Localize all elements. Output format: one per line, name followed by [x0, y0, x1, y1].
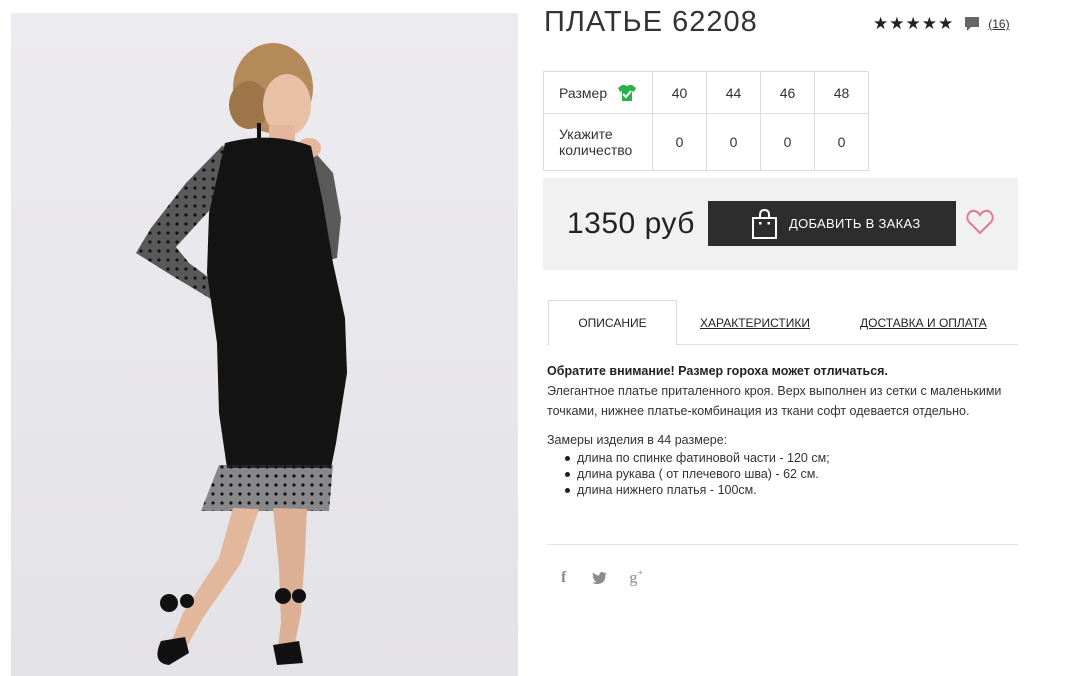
quantity-label-cell: Укажите количество [543, 113, 653, 171]
add-to-order-button[interactable]: ДОБАВИТЬ В ЗАКАЗ [708, 201, 956, 246]
list-item: длина по спинке фатиновой части - 120 см… [565, 450, 1022, 466]
shopping-bag-icon [752, 208, 777, 239]
quantity-label-line1: Укажите [559, 126, 613, 142]
product-title: ПЛАТЬЕ 62208 [544, 6, 758, 38]
star-icon: ★ [921, 14, 937, 33]
quantity-label-line2: количество [559, 142, 633, 158]
size-table: Размер 40 44 46 48 Укажите количество 0 … [543, 71, 869, 171]
size-option[interactable]: 48 [814, 71, 869, 114]
social-share: f g+ [558, 568, 643, 587]
size-label: Размер [559, 84, 608, 101]
size-row: Размер 40 44 46 48 [543, 71, 869, 114]
rating-stars: ★ ★ ★ ★ ★ [873, 14, 953, 34]
star-icon: ★ [873, 14, 889, 33]
add-to-order-label: ДОБАВИТЬ В ЗАКАЗ [789, 216, 921, 231]
quantity-input[interactable]: 0 [652, 113, 707, 171]
quantity-row: Укажите количество 0 0 0 0 [543, 113, 869, 171]
purchase-panel: 1350 руб ДОБАВИТЬ В ЗАКАЗ [543, 178, 1018, 270]
quantity-input[interactable]: 0 [760, 113, 815, 171]
description-notice: Обратите внимание! Размер гороха может о… [547, 364, 888, 378]
googleplus-plus: + [637, 568, 643, 579]
star-icon: ★ [889, 14, 905, 33]
twitter-icon[interactable] [592, 571, 608, 584]
list-item: длина рукава ( от плечевого шва) - 62 см… [565, 466, 1022, 482]
size-option[interactable]: 46 [760, 71, 815, 114]
googleplus-icon[interactable]: g+ [629, 568, 643, 587]
tab-description[interactable]: ОПИСАНИЕ [548, 300, 677, 346]
star-icon: ★ [938, 14, 954, 33]
comment-icon [965, 16, 980, 31]
model-in-dress-illustration [136, 43, 347, 665]
description-body: Элегантное платье приталенного кроя. Вер… [547, 384, 1002, 418]
measure-title: Замеры изделия в 44 размере: [547, 433, 728, 447]
size-chart-icon[interactable] [617, 84, 637, 102]
price: 1350 руб [567, 207, 695, 240]
list-item: длина нижнего платья - 100см. [565, 482, 1022, 498]
heart-icon[interactable] [966, 209, 994, 235]
quantity-input[interactable]: 0 [814, 113, 869, 171]
star-icon: ★ [905, 14, 921, 33]
description-panel: Обратите внимание! Размер гороха может о… [547, 361, 1022, 498]
facebook-icon[interactable]: f [561, 569, 566, 587]
review-count-link[interactable]: (16) [988, 17, 1009, 31]
size-option[interactable]: 40 [652, 71, 707, 114]
quantity-input[interactable]: 0 [706, 113, 761, 171]
size-label-cell: Размер [543, 71, 653, 114]
product-rating: ★ ★ ★ ★ ★ (16) [873, 14, 1010, 34]
tab-characteristics[interactable]: ХАРАКТЕРИСТИКИ [700, 300, 810, 346]
product-photo[interactable] [11, 13, 518, 676]
measure-list: длина по спинке фатиновой части - 120 см… [547, 450, 1022, 498]
divider [547, 544, 1018, 545]
size-option[interactable]: 44 [706, 71, 761, 114]
tab-delivery[interactable]: ДОСТАВКА И ОПЛАТА [860, 300, 987, 346]
product-tabs: ОПИСАНИЕ ХАРАКТЕРИСТИКИ ДОСТАВКА И ОПЛАТ… [547, 300, 1018, 346]
